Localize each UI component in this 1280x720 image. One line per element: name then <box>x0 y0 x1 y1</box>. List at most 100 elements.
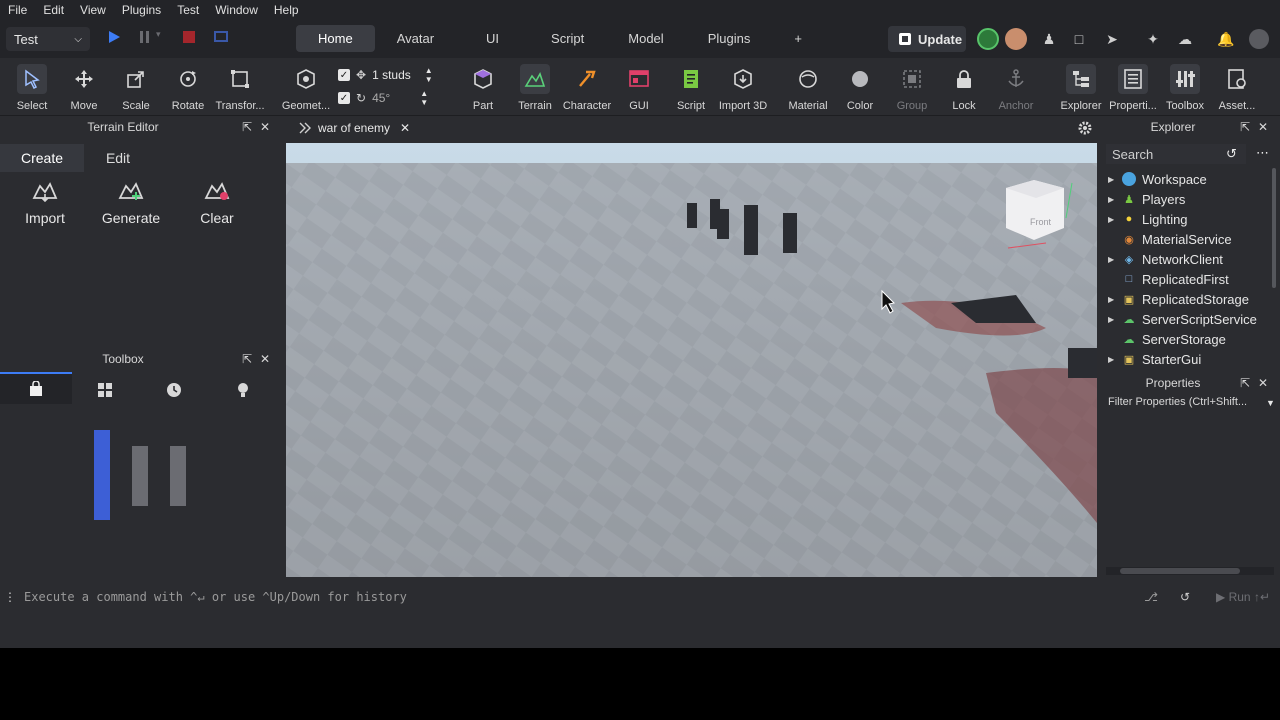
history-icon[interactable]: ↺ <box>1180 590 1190 604</box>
tree-item-replicatedfirst[interactable]: □ ReplicatedFirst <box>1102 269 1272 289</box>
script-tool[interactable]: Script <box>665 60 717 114</box>
publish-icon[interactable]: □ <box>1069 29 1089 49</box>
tab-plugins[interactable]: Plugins <box>686 25 773 52</box>
part-tool[interactable]: Part <box>457 60 509 114</box>
tab-recent[interactable] <box>166 382 182 401</box>
toolbox-tool[interactable]: Toolbox <box>1159 60 1211 114</box>
tab-create[interactable]: Create <box>0 144 84 172</box>
rotate-tool[interactable]: Rotate <box>162 60 214 114</box>
tab-marketplace[interactable] <box>0 372 72 404</box>
pause-icon[interactable] <box>138 30 152 44</box>
stop-icon[interactable] <box>182 30 196 44</box>
move-tool[interactable]: Move <box>58 60 110 114</box>
notifications-icon[interactable]: 🔔 <box>1216 29 1236 49</box>
chevron-down-icon[interactable]: ▼ <box>1266 398 1275 408</box>
properties-hscrollbar[interactable] <box>1106 567 1274 575</box>
expand-arrow-icon[interactable]: ▶ <box>1108 175 1120 184</box>
tree-item-materialservice[interactable]: ◉ MaterialService <box>1102 229 1272 249</box>
move-snap-checkbox[interactable]: ✓ <box>338 69 350 81</box>
expand-arrow-icon[interactable]: ▶ <box>1108 355 1120 364</box>
explorer-tool[interactable]: Explorer <box>1055 60 1107 114</box>
move-snap-stepper-icon[interactable]: ▲ ▼ <box>425 66 433 84</box>
generate-terrain-button[interactable]: Generate <box>96 178 166 226</box>
expand-arrow-icon[interactable]: ▶ <box>1108 295 1120 304</box>
share-icon[interactable]: ➤ <box>1102 29 1122 49</box>
tab-inventory[interactable] <box>97 382 113 401</box>
tab-edit[interactable]: Edit <box>84 144 152 172</box>
tab-model[interactable]: Model <box>606 25 685 52</box>
rotate-snap-value[interactable]: 45° <box>372 91 390 105</box>
cloud-icon[interactable]: ☁ <box>1175 29 1195 49</box>
import-3d-tool[interactable]: Import 3D <box>717 60 769 114</box>
rotate-snap[interactable]: ✓ ↻ 45° ▲ ▼ <box>338 89 428 107</box>
tab-creations[interactable] <box>235 382 251 401</box>
menu-plugins[interactable]: Plugins <box>114 3 169 17</box>
test-mode-select[interactable]: Test ⌵ <box>6 27 90 51</box>
lock-tool[interactable]: Lock <box>938 60 990 114</box>
explorer-search-input[interactable]: Search <box>1106 144 1246 164</box>
color-tool[interactable]: Color <box>834 60 886 114</box>
select-tool[interactable]: Select <box>6 60 58 114</box>
menu-test[interactable]: Test <box>169 3 207 17</box>
menu-edit[interactable]: Edit <box>35 3 72 17</box>
filter-properties-input[interactable]: Filter Properties (Ctrl+Shift... <box>1108 396 1268 414</box>
tree-item-startergui[interactable]: ▶ ▣ StarterGui <box>1102 349 1272 369</box>
material-tool[interactable]: Material <box>782 60 834 114</box>
expand-arrow-icon[interactable]: ▶ <box>1108 315 1120 324</box>
update-button[interactable]: Update <box>888 26 966 52</box>
assistant-icon[interactable]: ✦ <box>1143 29 1163 49</box>
pause-dropdown-icon[interactable]: ▾ <box>156 29 161 40</box>
scale-tool[interactable]: Scale <box>110 60 162 114</box>
move-snap-value[interactable]: 1 studs <box>372 68 411 82</box>
transform-tool[interactable]: Transfor... <box>214 60 266 114</box>
tree-item-replicatedstorage[interactable]: ▶ ▣ ReplicatedStorage <box>1102 289 1272 309</box>
clear-terrain-button[interactable]: Clear <box>182 178 252 226</box>
history-icon[interactable]: ↺ <box>1226 146 1237 162</box>
avatar[interactable] <box>1005 28 1027 50</box>
undock-icon[interactable]: ⇱ <box>242 352 252 366</box>
rotate-snap-stepper-icon[interactable]: ▲ ▼ <box>420 89 428 107</box>
command-input[interactable]: Execute a command with ^↵ or use ^Up/Dow… <box>24 590 1144 604</box>
menu-view[interactable]: View <box>72 3 114 17</box>
gui-tool[interactable]: GUI <box>613 60 665 114</box>
menu-file[interactable]: File <box>0 3 35 17</box>
more-options-icon[interactable]: ⋯ <box>1256 145 1269 161</box>
menu-window[interactable]: Window <box>207 3 266 17</box>
group-tool[interactable]: Group <box>886 60 938 114</box>
tab-script[interactable]: Script <box>529 25 606 52</box>
tree-item-workspace[interactable]: ▶ Workspace <box>1102 169 1272 189</box>
play-icon[interactable] <box>107 30 121 44</box>
status-indicator-icon[interactable] <box>977 28 999 50</box>
terrain-tool[interactable]: Terrain <box>509 60 561 114</box>
run-button[interactable]: ▶ Run ↑↵ <box>1216 590 1270 604</box>
expand-arrow-icon[interactable]: ▶ <box>1108 215 1120 224</box>
3d-viewport[interactable]: Front <box>286 143 1097 577</box>
close-icon[interactable]: ✕ <box>400 121 410 135</box>
properties-tool[interactable]: Properti... <box>1107 60 1159 114</box>
close-icon[interactable]: ✕ <box>260 120 270 134</box>
tree-item-serverscriptservice[interactable]: ▶ ☁ ServerScriptService <box>1102 309 1272 329</box>
profile-avatar[interactable] <box>1249 29 1269 49</box>
tree-item-serverstorage[interactable]: ☁ ServerStorage <box>1102 329 1272 349</box>
move-snap[interactable]: ✓ ✥ 1 studs ▲ ▼ <box>338 66 433 84</box>
collaborators-icon[interactable]: ♟ <box>1039 29 1059 49</box>
bookmark-icon[interactable]: ⎇ <box>1144 590 1158 604</box>
settings-gear-icon[interactable] <box>1077 120 1093 136</box>
geometry-tool[interactable]: Geomet... <box>280 60 332 114</box>
document-tab[interactable]: war of enemy ✕ <box>288 116 421 140</box>
close-icon[interactable]: ✕ <box>1258 376 1268 390</box>
client-server-icon[interactable] <box>214 30 228 44</box>
expand-arrow-icon[interactable]: ▶ <box>1108 195 1120 204</box>
drag-handle-icon[interactable]: ⋮ <box>4 590 16 604</box>
anchor-tool[interactable]: Anchor <box>990 60 1042 114</box>
asset-manager-tool[interactable]: Asset... <box>1211 60 1263 114</box>
close-icon[interactable]: ✕ <box>1258 120 1268 134</box>
tab-ui[interactable]: UI <box>456 25 529 52</box>
undock-icon[interactable]: ⇱ <box>242 120 252 134</box>
expand-arrow-icon[interactable]: ▶ <box>1108 255 1120 264</box>
undock-icon[interactable]: ⇱ <box>1240 120 1250 134</box>
tree-item-players[interactable]: ▶ ♟ Players <box>1102 189 1272 209</box>
menu-help[interactable]: Help <box>266 3 307 17</box>
undock-icon[interactable]: ⇱ <box>1240 376 1250 390</box>
character-tool[interactable]: Character <box>561 60 613 114</box>
